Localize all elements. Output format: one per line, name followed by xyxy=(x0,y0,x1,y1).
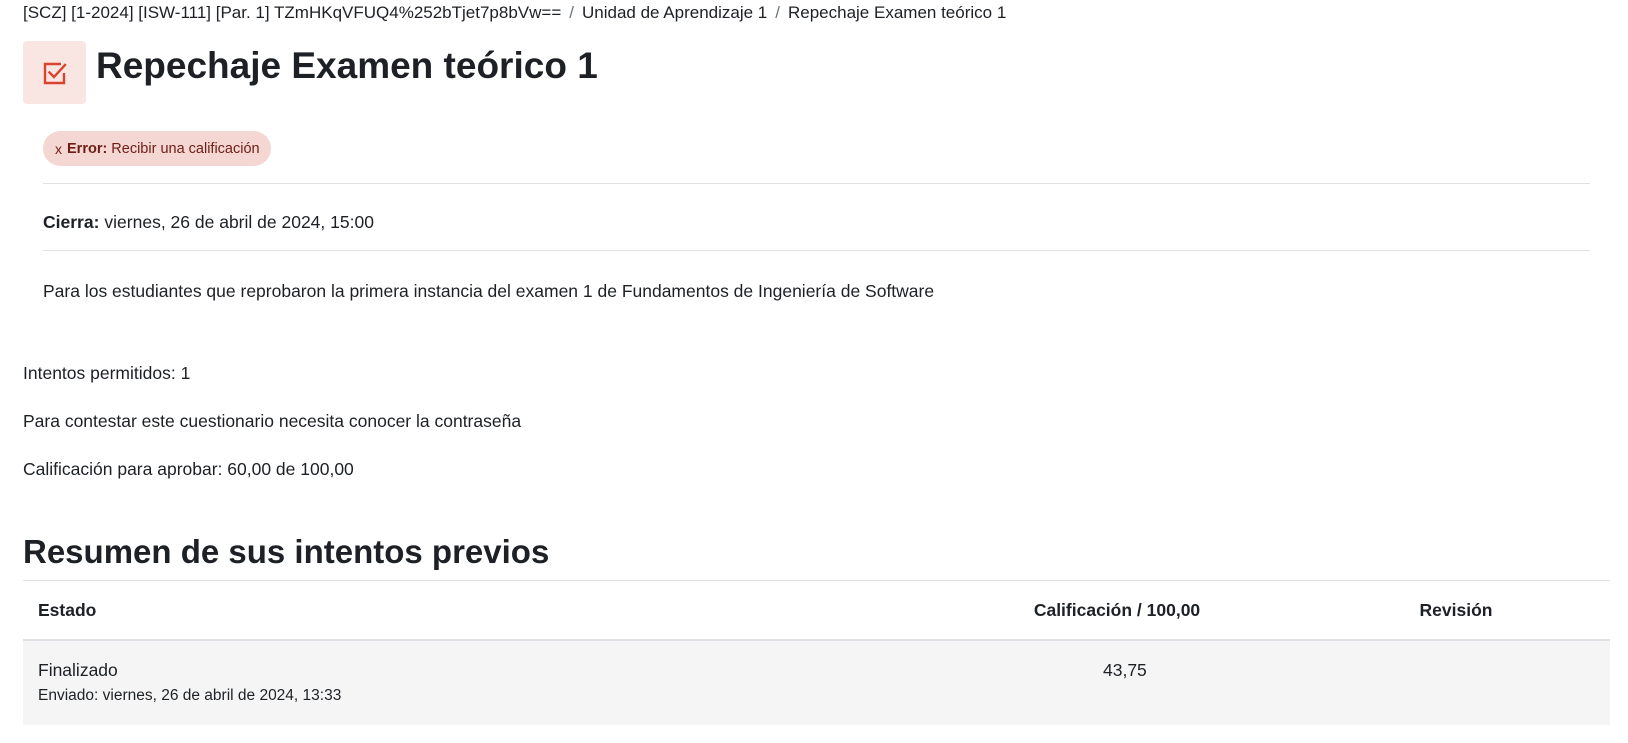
attempt-state: Finalizado xyxy=(38,660,118,680)
completion-status-label: Error: xyxy=(67,140,108,157)
page-title: Repechaje Examen teórico 1 xyxy=(96,45,598,86)
quiz-checkbox-icon xyxy=(43,62,67,84)
table-header-row: Estado Calificación / 100,00 Revisión xyxy=(23,580,1610,640)
breadcrumb-section-link[interactable]: Unidad de Aprendizaje 1 xyxy=(582,3,767,22)
quiz-activity-icon xyxy=(23,41,86,104)
breadcrumb: [SCZ] [1-2024] [ISW-111] [Par. 1] TZmHKq… xyxy=(23,2,1006,24)
close-icon: x xyxy=(55,140,62,157)
attempts-allowed: Intentos permitidos: 1 xyxy=(23,363,191,383)
attempts-summary-table: Estado Calificación / 100,00 Revisión Fi… xyxy=(23,580,1610,725)
attempt-submitted-date: Enviado: viernes, 26 de abril de 2024, 1… xyxy=(38,687,342,704)
breadcrumb-separator: / xyxy=(569,3,574,22)
breadcrumb-course-link[interactable]: [SCZ] [1-2024] [ISW-111] [Par. 1] TZmHKq… xyxy=(23,3,561,22)
attempts-summary-heading: Resumen de sus intentos previos xyxy=(23,533,550,570)
attempt-review-cell xyxy=(1302,640,1610,725)
table-row: Finalizado Enviado: viernes, 26 de abril… xyxy=(23,640,1610,725)
close-date-label: Cierra: xyxy=(43,212,100,232)
breadcrumb-current-page[interactable]: Repechaje Examen teórico 1 xyxy=(788,3,1006,22)
completion-status-badge: x Error: Recibir una calificación xyxy=(43,131,271,166)
completion-requirement: Recibir una calificación xyxy=(111,140,260,157)
attempt-state-cell: Finalizado Enviado: viernes, 26 de abril… xyxy=(23,640,932,725)
close-date-value: viernes, 26 de abril de 2024, 15:00 xyxy=(104,212,374,232)
divider xyxy=(43,183,1590,184)
pass-grade: Calificación para aprobar: 60,00 de 100,… xyxy=(23,459,354,479)
attempt-grade: 43,75 xyxy=(1103,660,1147,680)
column-header-state: Estado xyxy=(38,599,97,620)
column-header-review: Revisión xyxy=(1419,599,1493,620)
attempt-grade-cell: 43,75 xyxy=(932,640,1302,725)
breadcrumb-separator: / xyxy=(775,3,780,22)
password-notice: Para contestar este cuestionario necesit… xyxy=(23,411,522,431)
column-header-grade: Calificación / 100,00 xyxy=(1033,599,1201,620)
divider xyxy=(43,250,1590,251)
activity-description: Para los estudiantes que reprobaron la p… xyxy=(43,281,935,301)
activity-dates: Cierra: viernes, 26 de abril de 2024, 15:… xyxy=(43,210,374,234)
